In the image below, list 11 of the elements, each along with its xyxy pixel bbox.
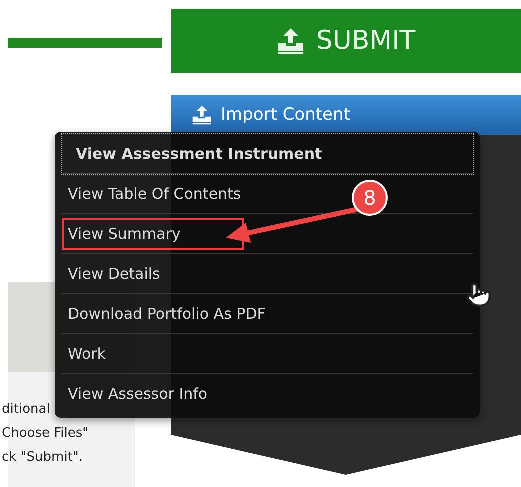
upload-icon	[276, 26, 306, 56]
upload-icon	[191, 104, 213, 126]
menu-item[interactable]: View Details	[62, 254, 473, 294]
menu-item[interactable]: View Assessment Instrument	[62, 134, 473, 174]
instruction-text: ditional	[2, 402, 52, 417]
menu-item[interactable]: View Assessor Info	[62, 374, 473, 414]
menu-item[interactable]: Work	[62, 334, 473, 374]
instruction-text: Choose Files"	[2, 426, 90, 441]
instruction-text: ck "Submit".	[2, 450, 84, 465]
submit-button[interactable]: SUBMIT	[171, 9, 521, 73]
import-content-button[interactable]: Import Content	[171, 95, 521, 135]
